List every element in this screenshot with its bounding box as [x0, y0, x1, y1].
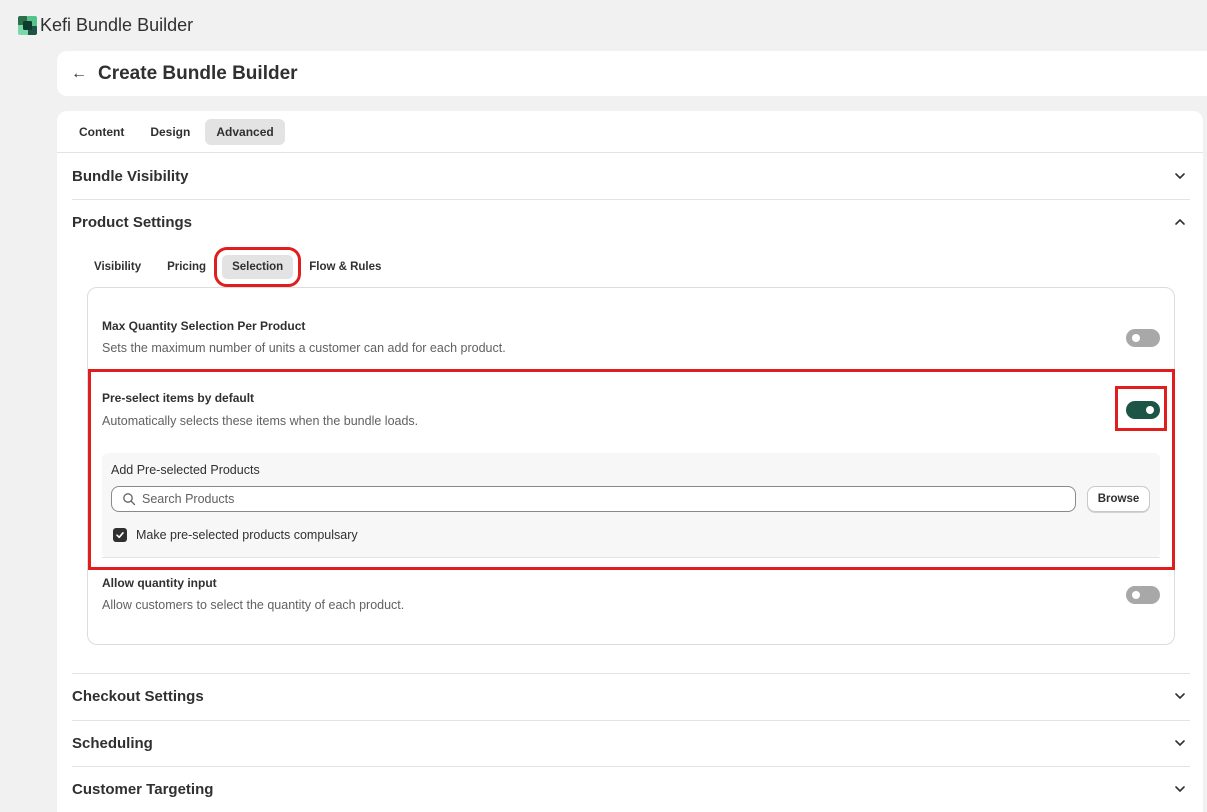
page-header: ← Create Bundle Builder [57, 51, 1207, 96]
main-card: Content Design Advanced Bundle Visibilit… [57, 111, 1203, 812]
divider [102, 557, 1160, 558]
section-title: Scheduling [72, 734, 153, 752]
subtab-flow-rules[interactable]: Flow & Rules [299, 255, 391, 279]
tab-content[interactable]: Content [68, 119, 135, 145]
section-title: Bundle Visibility [72, 167, 189, 185]
subtab-selection[interactable]: Selection [214, 247, 302, 287]
allow-quantity-description: Allow customers to select the quantity o… [102, 598, 405, 612]
section-title: Customer Targeting [72, 780, 214, 798]
toggle-knob [1132, 591, 1140, 599]
app-bar: Kefi Bundle Builder [0, 0, 1207, 50]
allow-quantity-toggle[interactable] [1126, 586, 1160, 604]
tab-bar: Content Design Advanced [68, 119, 285, 145]
max-quantity-title: Max Quantity Selection Per Product [102, 319, 306, 333]
search-field[interactable] [111, 486, 1076, 512]
chevron-up-icon [1175, 218, 1185, 225]
app-logo-icon [18, 15, 37, 35]
add-preselected-label: Add Pre-selected Products [111, 463, 260, 477]
preselect-description: Automatically selects these items when t… [102, 414, 419, 428]
tab-advanced[interactable]: Advanced [205, 119, 285, 145]
compulsory-checkbox-label[interactable]: Make pre-selected products compulsary [136, 528, 358, 542]
section-title: Checkout Settings [72, 687, 204, 705]
preselect-products-panel: Add Pre-selected Products Browse Make pr… [102, 453, 1160, 558]
section-title: Product Settings [72, 213, 193, 231]
checkmark-icon [116, 532, 124, 539]
section-customer-targeting[interactable]: Customer Targeting [72, 766, 1190, 812]
allow-quantity-title: Allow quantity input [102, 576, 217, 590]
product-settings-subtabs: Visibility Pricing Selection Flow & Rule… [84, 247, 391, 287]
tab-design[interactable]: Design [139, 119, 201, 145]
search-icon [123, 493, 136, 506]
chevron-down-icon [1175, 173, 1185, 180]
section-product-settings[interactable]: Product Settings [72, 199, 1190, 245]
max-quantity-toggle[interactable] [1126, 329, 1160, 347]
section-bundle-visibility[interactable]: Bundle Visibility [72, 153, 1190, 199]
compulsory-checkbox[interactable] [113, 528, 127, 542]
search-products-input[interactable] [142, 492, 942, 506]
chevron-down-icon [1175, 786, 1185, 793]
max-quantity-description: Sets the maximum number of units a custo… [102, 341, 506, 355]
preselect-title: Pre-select items by default [102, 391, 255, 405]
subtab-pricing[interactable]: Pricing [157, 255, 216, 279]
section-checkout-settings[interactable]: Checkout Settings [72, 673, 1190, 719]
toggle-knob [1132, 334, 1140, 342]
browse-button[interactable]: Browse [1087, 486, 1150, 512]
back-arrow-icon[interactable]: ← [71, 65, 87, 83]
chevron-down-icon [1175, 740, 1185, 747]
app-title: Kefi Bundle Builder [40, 14, 194, 35]
page-title: Create Bundle Builder [98, 62, 298, 84]
chevron-down-icon [1175, 693, 1185, 700]
subtab-visibility[interactable]: Visibility [84, 255, 151, 279]
section-scheduling[interactable]: Scheduling [72, 720, 1190, 766]
preselect-toggle[interactable] [1126, 401, 1160, 419]
toggle-knob [1146, 406, 1154, 414]
